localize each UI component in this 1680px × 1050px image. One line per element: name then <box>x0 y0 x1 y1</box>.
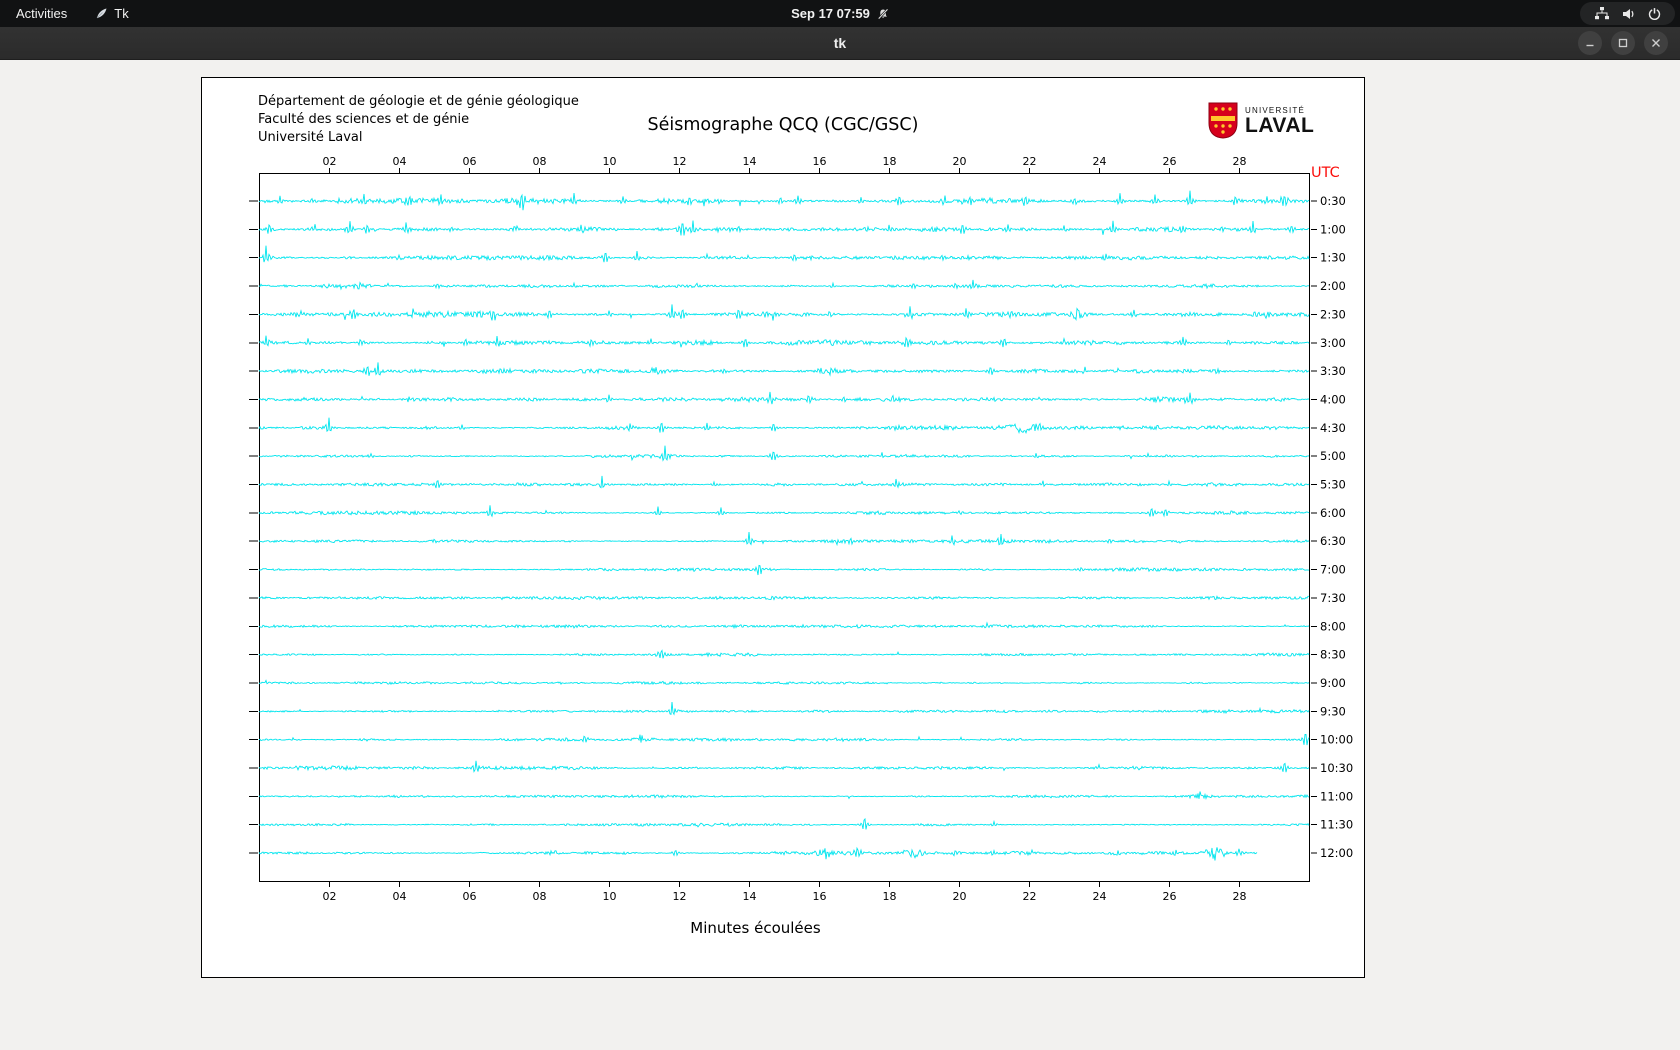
svg-text:08: 08 <box>533 890 547 903</box>
clock-text: Sep 17 07:59 <box>791 6 870 21</box>
svg-text:9:30: 9:30 <box>1320 704 1346 718</box>
seismograph-canvas: Département de géologie et de génie géol… <box>201 77 1365 978</box>
volume-icon <box>1623 8 1634 19</box>
svg-text:28: 28 <box>1233 890 1247 903</box>
svg-text:14: 14 <box>743 155 757 168</box>
svg-text:2:30: 2:30 <box>1320 307 1346 321</box>
system-status-area[interactable] <box>1580 2 1675 25</box>
svg-text:28: 28 <box>1233 155 1247 168</box>
svg-text:26: 26 <box>1163 890 1177 903</box>
svg-text:22: 22 <box>1023 890 1037 903</box>
activities-button[interactable]: Activities <box>0 0 83 27</box>
svg-text:5:00: 5:00 <box>1320 449 1346 463</box>
svg-text:1:00: 1:00 <box>1320 222 1346 236</box>
minimize-icon <box>1586 44 1594 47</box>
window-content: Département de géologie et de génie géol… <box>0 61 1680 1050</box>
svg-text:22: 22 <box>1023 155 1037 168</box>
seismogram-plot: 02 02 04 04 06 06 08 08 10 10 12 12 14 14 16 16 18 18 20 20… <box>249 155 1353 903</box>
universite-laval-logo: UNIVERSITÉ LAVAL <box>1208 102 1314 139</box>
svg-text:24: 24 <box>1093 890 1107 903</box>
logo-text-laval: LAVAL <box>1245 113 1315 137</box>
svg-text:1:30: 1:30 <box>1320 251 1346 265</box>
svg-text:4:00: 4:00 <box>1320 392 1346 406</box>
svg-text:11:00: 11:00 <box>1320 789 1353 803</box>
clock-menu[interactable]: Sep 17 07:59 <box>791 0 889 27</box>
top-bar: Activities Tk Sep 17 07:59 <box>0 0 1680 27</box>
close-icon <box>1652 39 1660 47</box>
svg-text:02: 02 <box>323 890 337 903</box>
window-titlebar[interactable]: tk <box>0 27 1680 60</box>
window-title: tk <box>833 35 847 51</box>
close-button[interactable] <box>1644 31 1668 55</box>
utc-label: UTC <box>1311 165 1340 181</box>
svg-text:18: 18 <box>883 890 897 903</box>
tk-feather-icon <box>97 8 107 19</box>
network-icon <box>1595 7 1609 20</box>
svg-text:3:00: 3:00 <box>1320 336 1346 350</box>
tk-app-indicator[interactable]: Tk <box>83 0 140 27</box>
svg-text:11:30: 11:30 <box>1320 818 1353 832</box>
institution-line-1: Département de géologie et de génie géol… <box>258 94 579 109</box>
notifications-muted-icon <box>877 8 889 19</box>
svg-text:7:30: 7:30 <box>1320 591 1346 605</box>
svg-text:7:00: 7:00 <box>1320 563 1346 577</box>
svg-text:16: 16 <box>813 155 827 168</box>
svg-text:10: 10 <box>603 890 617 903</box>
svg-text:26: 26 <box>1163 155 1177 168</box>
svg-text:20: 20 <box>953 155 967 168</box>
power-icon <box>1648 8 1661 20</box>
svg-text:12: 12 <box>673 890 687 903</box>
x-axis-title: Minutes écoulées <box>690 919 821 937</box>
svg-text:9:00: 9:00 <box>1320 676 1346 690</box>
svg-text:02: 02 <box>323 155 337 168</box>
tk-app-label: Tk <box>114 6 129 21</box>
svg-text:5:30: 5:30 <box>1320 478 1346 492</box>
svg-text:6:00: 6:00 <box>1320 506 1346 520</box>
svg-text:08: 08 <box>533 155 547 168</box>
svg-text:04: 04 <box>393 890 407 903</box>
svg-text:10:00: 10:00 <box>1320 733 1353 747</box>
svg-text:04: 04 <box>393 155 407 168</box>
svg-text:12: 12 <box>673 155 687 168</box>
svg-text:4:30: 4:30 <box>1320 421 1346 435</box>
maximize-button[interactable] <box>1611 31 1635 55</box>
svg-text:16: 16 <box>813 890 827 903</box>
svg-text:8:00: 8:00 <box>1320 619 1346 633</box>
svg-text:3:30: 3:30 <box>1320 364 1346 378</box>
svg-text:0:30: 0:30 <box>1320 194 1346 208</box>
svg-text:12:00: 12:00 <box>1320 846 1353 860</box>
svg-text:18: 18 <box>883 155 897 168</box>
plot-title: Séismographe QCQ (CGC/GSC) <box>647 115 919 135</box>
minimize-button[interactable] <box>1578 31 1602 55</box>
maximize-icon <box>1618 38 1628 48</box>
svg-text:8:30: 8:30 <box>1320 648 1346 662</box>
svg-text:14: 14 <box>743 890 757 903</box>
svg-text:06: 06 <box>463 155 477 168</box>
svg-text:10: 10 <box>603 155 617 168</box>
svg-text:6:30: 6:30 <box>1320 534 1346 548</box>
svg-text:2:00: 2:00 <box>1320 279 1346 293</box>
svg-text:06: 06 <box>463 890 477 903</box>
svg-text:24: 24 <box>1093 155 1107 168</box>
svg-text:20: 20 <box>953 890 967 903</box>
laval-shield-icon <box>1208 102 1238 139</box>
svg-text:10:30: 10:30 <box>1320 761 1353 775</box>
